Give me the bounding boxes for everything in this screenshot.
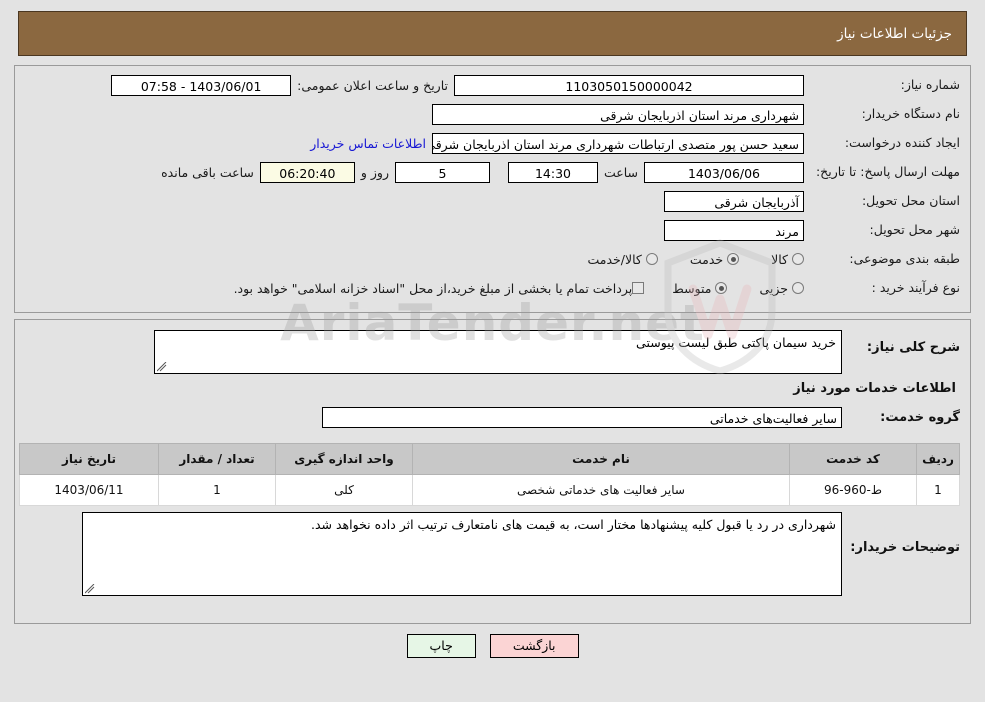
column-header-unit: واحد اندازه گیری	[275, 443, 413, 475]
need-info-panel: شماره نیاز: 1103050150000042 تاریخ و ساع…	[14, 65, 971, 313]
column-header-service-code: کد خدمت	[789, 443, 917, 475]
resize-grip-icon[interactable]	[85, 584, 95, 594]
need-number-label: شماره نیاز:	[900, 77, 960, 93]
service-group-value[interactable]: سایر فعالیت‌های خدماتی	[322, 406, 842, 428]
row-buyer-org: نام دستگاه خریدار: شهرداری مرند استان اذ…	[25, 103, 960, 125]
cell-need-date: 1403/06/11	[19, 474, 159, 506]
print-button[interactable]: چاپ	[406, 634, 476, 658]
cell-service-name: سایر فعالیت های خدماتی شخصی	[412, 474, 790, 506]
services-section-title: اطلاعات خدمات مورد نیاز	[793, 381, 956, 396]
row-process-type: نوع فرآیند خرید : جزیی متوسط پرداخت تمام…	[25, 277, 960, 299]
need-description-label: شرح کلی نیاز:	[866, 340, 960, 355]
buyer-notes-label: توضیحات خریدار:	[850, 540, 960, 555]
buyer-notes-text: شهرداری در رد یا قبول کلیه پیشنهادها مخت…	[311, 517, 836, 532]
process-type-label: نوع فرآیند خرید :	[871, 280, 960, 296]
category-option-label: کالا/خدمت	[587, 251, 642, 267]
delivery-province-value[interactable]: آذربایجان شرقی	[664, 190, 804, 212]
buyer-contact-link[interactable]: اطلاعات تماس خریدار	[304, 136, 432, 151]
announce-datetime-label: تاریخ و ساعت اعلان عمومی:	[297, 77, 448, 93]
category-option-label: خدمت	[689, 251, 724, 267]
deadline-remaining-label: ساعت باقی مانده	[161, 164, 254, 180]
treasury-bonds-label: پرداخت تمام یا بخشی از مبلغ خرید،از محل …	[233, 280, 633, 296]
category-label: طبقه بندی موضوعی:	[849, 251, 960, 267]
column-header-service-name: نام خدمت	[412, 443, 790, 475]
table-row: 1 ط-960-96 سایر فعالیت های خدماتی شخصی ک…	[19, 474, 960, 506]
cell-unit: کلی	[275, 474, 413, 506]
deadline-time-label: ساعت	[603, 164, 638, 180]
row-need-number: شماره نیاز: 1103050150000042 تاریخ و ساع…	[25, 74, 960, 96]
buyer-notes-value[interactable]: شهرداری در رد یا قبول کلیه پیشنهادها مخت…	[82, 512, 842, 596]
row-delivery-city: شهر محل تحویل: مرند	[25, 219, 960, 241]
need-details-panel: شرح کلی نیاز: خرید سیمان پاکتی طبق لیست …	[14, 319, 971, 624]
column-header-quantity: تعداد / مقدار	[158, 443, 276, 475]
request-creator-label: ایجاد کننده درخواست:	[844, 135, 960, 151]
cell-quantity: 1	[158, 474, 276, 506]
category-option-kala[interactable]: کالا	[771, 252, 804, 267]
process-type-option-label: جزیی	[759, 280, 788, 296]
buyer-org-value[interactable]: شهرداری مرند استان اذربایجان شرقی	[432, 103, 804, 125]
deadline-days-value: 5	[394, 161, 490, 183]
table-header-row: ردیف کد خدمت نام خدمت واحد اندازه گیری ت…	[19, 443, 960, 475]
process-type-option-motevaset[interactable]: متوسط	[672, 280, 728, 296]
action-button-bar: بازگشت چاپ	[0, 634, 985, 658]
cell-service-code: ط-960-96	[789, 474, 917, 506]
radio-icon[interactable]	[645, 253, 658, 265]
buyer-org-label: نام دستگاه خریدار:	[861, 106, 960, 122]
row-service-group: گروه خدمت: سایر فعالیت‌های خدماتی	[25, 406, 960, 428]
delivery-province-label: استان محل تحویل:	[861, 193, 960, 209]
row-deadline: مهلت ارسال پاسخ: تا تاریخ: 1403/06/06 سا…	[25, 161, 960, 183]
process-type-option-label: متوسط	[672, 280, 712, 296]
deadline-countdown-timer: 06:20:40	[259, 161, 355, 183]
column-header-radif: ردیف	[916, 443, 960, 475]
column-header-need-date: تاریخ نیاز	[19, 443, 159, 475]
need-description-text: خرید سیمان پاکتی طبق لیست پیوستی	[636, 335, 836, 350]
radio-icon[interactable]	[792, 253, 804, 265]
radio-icon[interactable]	[792, 282, 804, 294]
row-buyer-notes: توضیحات خریدار: شهرداری در رد یا قبول کل…	[25, 512, 960, 596]
delivery-city-label: شهر محل تحویل:	[869, 222, 960, 238]
need-number-value[interactable]: 1103050150000042	[454, 74, 804, 96]
delivery-city-value[interactable]: مرند	[664, 219, 804, 241]
category-option-khedmat[interactable]: خدمت	[689, 251, 740, 267]
cell-radif: 1	[916, 474, 960, 506]
request-creator-value[interactable]: سعید حسن پور متصدی ارتباطات شهرداری مرند…	[432, 132, 804, 154]
deadline-date-value[interactable]: 1403/06/06	[644, 161, 804, 183]
row-request-creator: ایجاد کننده درخواست: سعید حسن پور متصدی …	[25, 132, 960, 154]
category-option-kala-khedmat[interactable]: کالا/خدمت	[587, 251, 658, 267]
radio-icon[interactable]	[715, 282, 728, 294]
treasury-bonds-checkbox[interactable]	[632, 282, 645, 294]
row-delivery-province: استان محل تحویل: آذربایجان شرقی	[25, 190, 960, 212]
deadline-days-label: روز و	[360, 164, 389, 180]
process-type-radio-group: جزیی متوسط	[644, 281, 804, 296]
category-option-label: کالا	[771, 251, 788, 267]
process-type-option-jozei[interactable]: جزیی	[759, 281, 804, 296]
resize-grip-icon[interactable]	[157, 362, 167, 372]
radio-icon[interactable]	[727, 253, 740, 265]
deadline-label: مهلت ارسال پاسخ: تا تاریخ:	[815, 164, 960, 180]
service-group-label: گروه خدمت:	[880, 409, 960, 425]
row-need-description: شرح کلی نیاز: خرید سیمان پاکتی طبق لیست …	[25, 330, 960, 374]
services-table: ردیف کد خدمت نام خدمت واحد اندازه گیری ت…	[19, 443, 960, 506]
back-button[interactable]: بازگشت	[489, 634, 579, 658]
row-category: طبقه بندی موضوعی: کالا خدمت کالا/خدمت	[25, 248, 960, 270]
announce-datetime-value[interactable]: 1403/06/01 - 07:58	[111, 74, 292, 96]
deadline-time-value[interactable]: 14:30	[507, 161, 598, 183]
category-radio-group: کالا خدمت کالا/خدمت	[559, 252, 804, 267]
need-description-value[interactable]: خرید سیمان پاکتی طبق لیست پیوستی	[154, 330, 842, 374]
page-title: جزئیات اطلاعات نیاز	[837, 25, 952, 42]
page-header: جزئیات اطلاعات نیاز	[18, 11, 967, 56]
